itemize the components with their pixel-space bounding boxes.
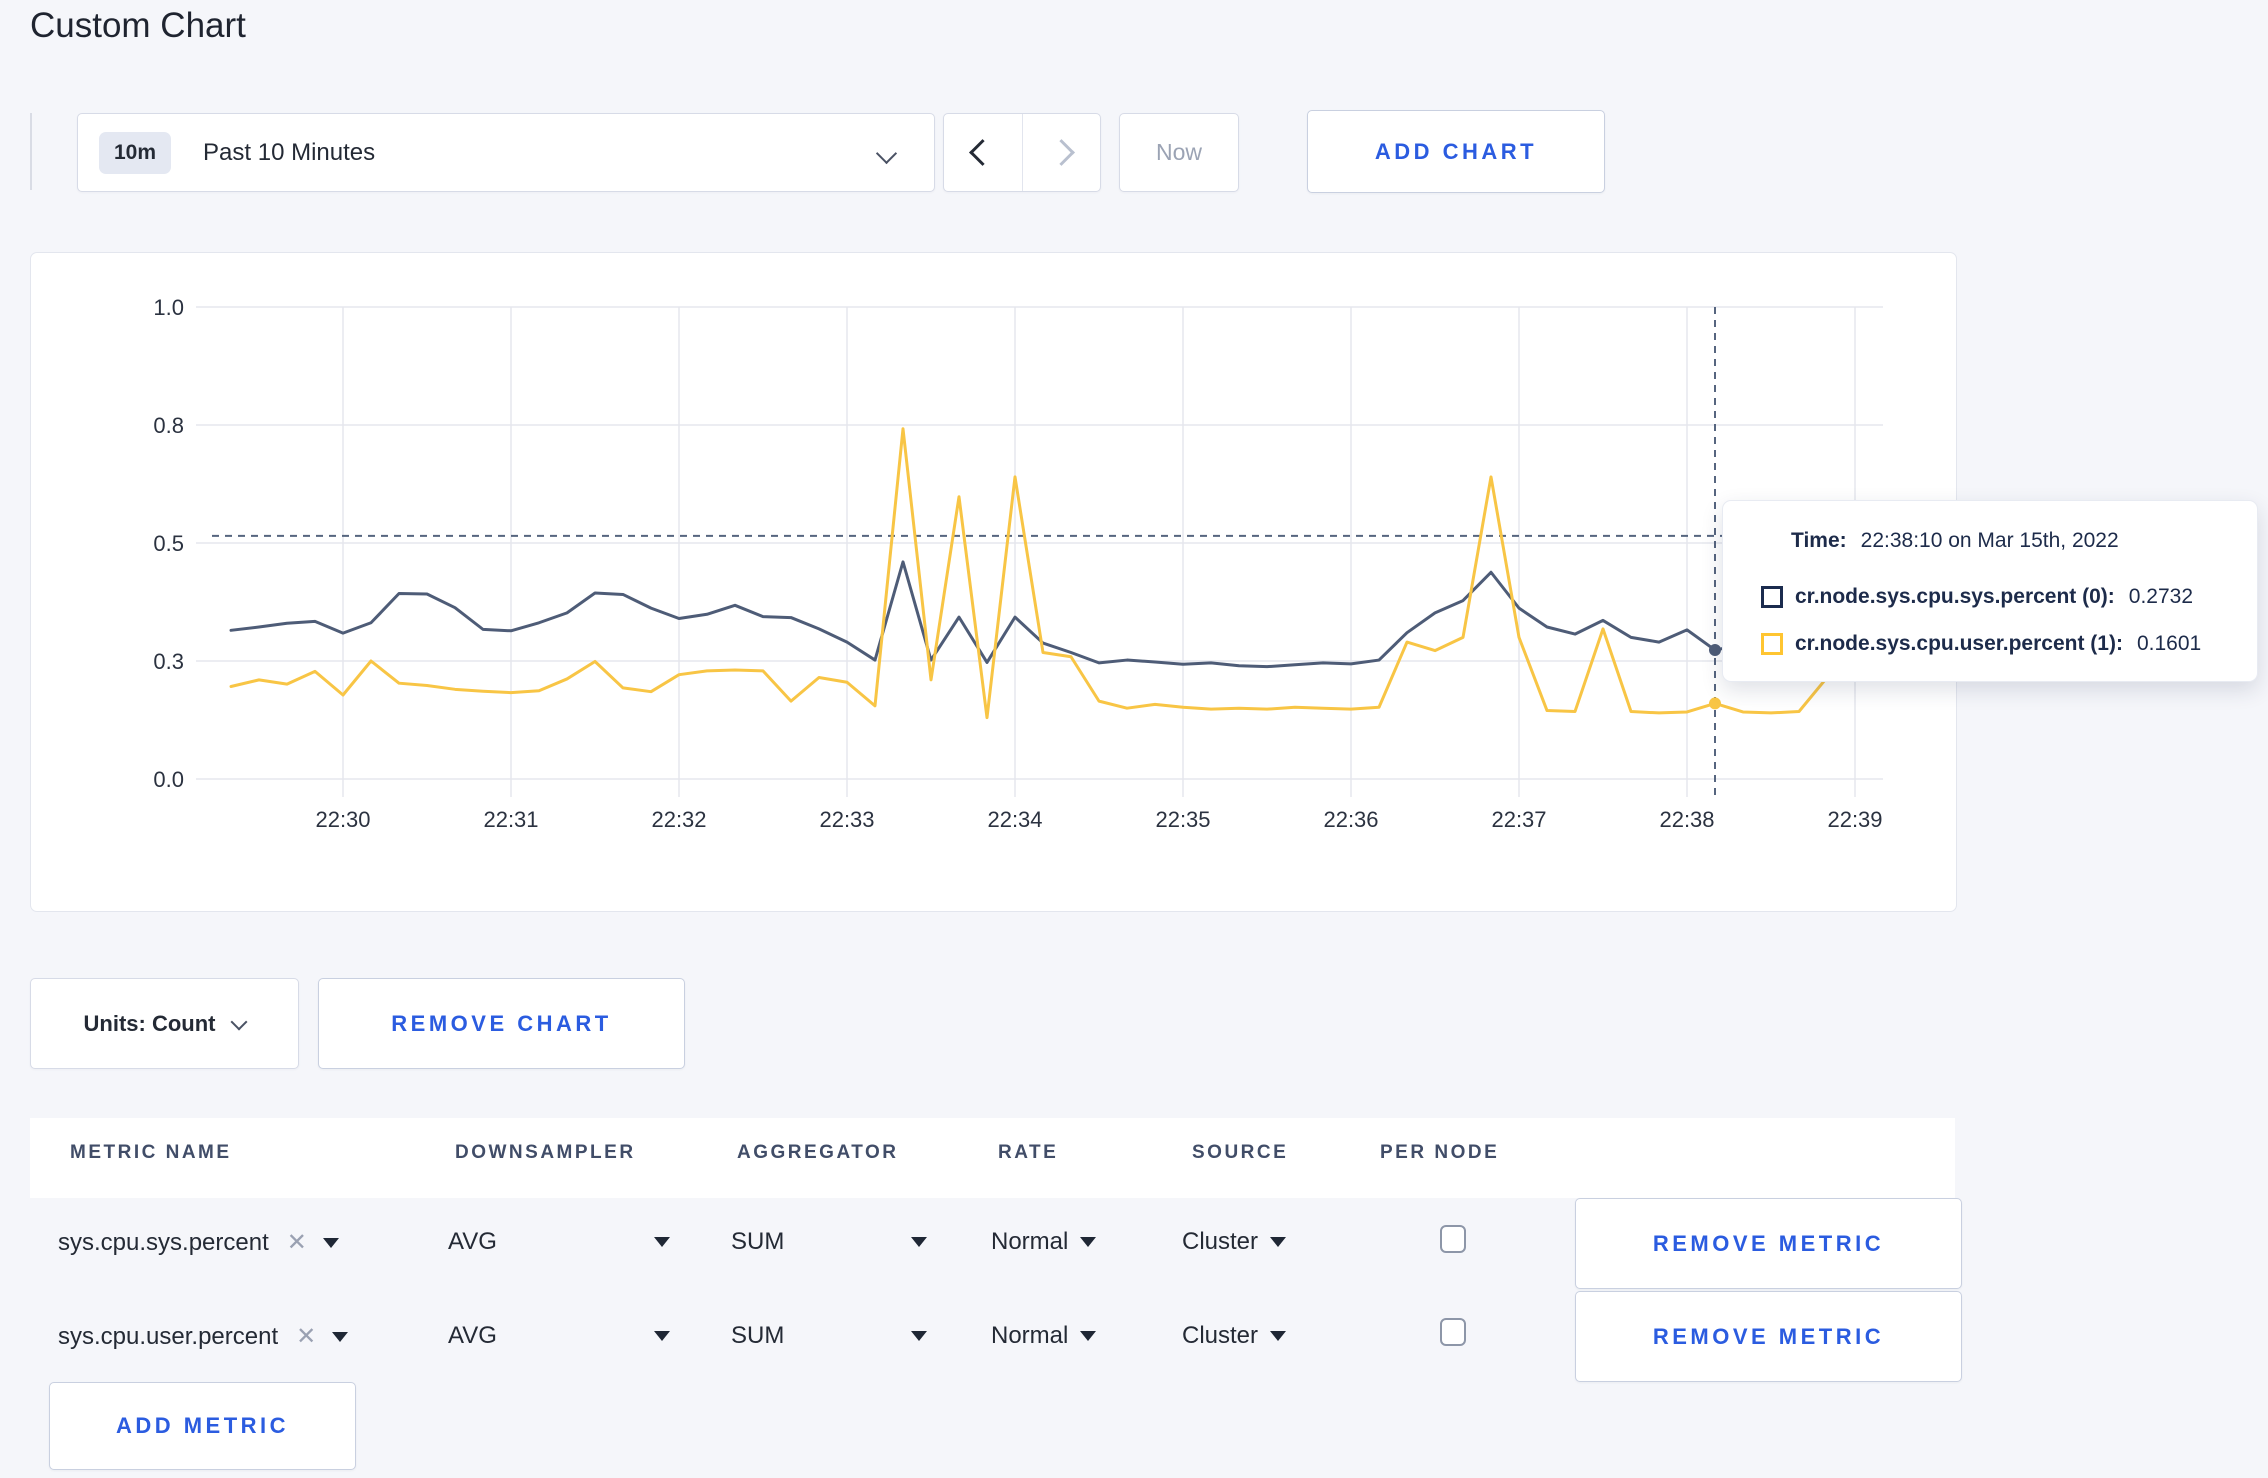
next-time-button[interactable] [1023, 114, 1101, 191]
dropdown-arrow-icon [1080, 1331, 1097, 1341]
remove-chart-button[interactable]: REMOVE CHART [318, 978, 685, 1069]
rate-value: Normal [991, 1228, 1069, 1255]
col-source: SOURCE [1192, 1142, 1289, 1163]
metrics-table-header: METRIC NAME DOWNSAMPLER AGGREGATOR RATE … [30, 1118, 1955, 1198]
dropdown-arrow-icon [654, 1237, 670, 1247]
aggregator-select[interactable]: SUM [731, 1322, 927, 1350]
custom-chart-page: Custom Chart 10m Past 10 Minutes Now ADD… [0, 0, 2268, 1478]
source-value: Cluster [1182, 1228, 1259, 1255]
rate-select[interactable]: Normal [991, 1322, 1097, 1350]
col-rate: RATE [998, 1142, 1059, 1163]
tooltip-time-label: Time: [1791, 529, 1847, 552]
aggregator-value: SUM [731, 1322, 785, 1349]
time-range-badge: 10m [99, 131, 172, 174]
rate-select[interactable]: Normal [991, 1228, 1097, 1256]
remove-metric-button[interactable]: REMOVE METRIC [1575, 1198, 1962, 1289]
chevron-left-icon [969, 139, 997, 166]
dropdown-arrow-icon [332, 1331, 349, 1342]
tooltip-series-row: cr.node.sys.cpu.user.percent (1): 0.1601 [1761, 632, 2201, 656]
add-chart-button[interactable]: ADD CHART [1307, 110, 1605, 193]
units-select[interactable]: Units: Count [30, 978, 299, 1069]
chevron-down-icon [875, 142, 898, 165]
aggregator-value: SUM [731, 1228, 785, 1255]
dropdown-arrow-icon [1270, 1237, 1287, 1247]
tooltip-series-value: 0.1601 [2136, 632, 2202, 655]
downsampler-select[interactable]: AVG [448, 1322, 670, 1350]
metric-name-select[interactable]: sys.cpu.user.percent ✕ [58, 1322, 349, 1351]
series-swatch-sys-icon [1761, 586, 1783, 608]
tooltip-series-value: 0.2732 [2128, 585, 2194, 608]
col-aggregator: AGGREGATOR [737, 1142, 899, 1163]
toolbar-divider [30, 113, 32, 190]
rate-value: Normal [991, 1322, 1069, 1349]
prev-time-button[interactable] [944, 114, 1023, 191]
per-node-checkbox[interactable] [1440, 1225, 1466, 1253]
tooltip-series-name: cr.node.sys.cpu.sys.percent (0): [1795, 585, 2115, 608]
remove-metric-button[interactable]: REMOVE METRIC [1575, 1291, 1962, 1382]
tooltip-series-row: cr.node.sys.cpu.sys.percent (0): 0.2732 [1761, 585, 2193, 609]
source-select[interactable]: Cluster [1182, 1228, 1287, 1256]
page-title: Custom Chart [30, 6, 246, 45]
clear-metric-icon[interactable]: ✕ [296, 1322, 316, 1351]
time-range-label: Past 10 Minutes [203, 138, 376, 166]
metric-name-value: sys.cpu.user.percent [58, 1322, 279, 1350]
per-node-checkbox[interactable] [1440, 1318, 1466, 1346]
clear-metric-icon[interactable]: ✕ [287, 1228, 307, 1257]
aggregator-select[interactable]: SUM [731, 1228, 927, 1256]
dropdown-arrow-icon [1270, 1331, 1287, 1341]
series-swatch-user-icon [1761, 633, 1783, 655]
dropdown-arrow-icon [911, 1331, 927, 1341]
dropdown-arrow-icon [911, 1237, 927, 1247]
chevron-down-icon [230, 1013, 248, 1030]
dropdown-arrow-icon [1080, 1237, 1097, 1247]
col-downsampler: DOWNSAMPLER [455, 1142, 636, 1163]
downsampler-select[interactable]: AVG [448, 1228, 670, 1256]
source-value: Cluster [1182, 1322, 1259, 1349]
downsampler-value: AVG [448, 1228, 497, 1255]
tooltip-series-name: cr.node.sys.cpu.user.percent (1): [1795, 632, 2123, 655]
now-button[interactable]: Now [1119, 113, 1239, 192]
tooltip-time-value: 22:38:10 on Mar 15th, 2022 [1860, 529, 2119, 552]
chart-card[interactable] [30, 252, 1957, 912]
tooltip-time-row: Time: 22:38:10 on Mar 15th, 2022 [1791, 529, 2119, 553]
source-select[interactable]: Cluster [1182, 1322, 1287, 1350]
chart-tooltip: Time: 22:38:10 on Mar 15th, 2022 cr.node… [1722, 500, 2258, 682]
metric-name-value: sys.cpu.sys.percent [58, 1228, 269, 1256]
col-per-node: PER NODE [1380, 1142, 1500, 1163]
time-range-select[interactable]: 10m Past 10 Minutes [77, 113, 935, 192]
time-pager [943, 113, 1101, 192]
dropdown-arrow-icon [322, 1237, 339, 1248]
downsampler-value: AVG [448, 1322, 497, 1349]
col-metric-name: METRIC NAME [70, 1142, 232, 1163]
add-metric-button[interactable]: ADD METRIC [49, 1382, 356, 1470]
dropdown-arrow-icon [654, 1331, 670, 1341]
metric-name-select[interactable]: sys.cpu.sys.percent ✕ [58, 1228, 339, 1257]
units-label: Units: Count [83, 1010, 216, 1036]
chevron-right-icon [1047, 139, 1075, 166]
